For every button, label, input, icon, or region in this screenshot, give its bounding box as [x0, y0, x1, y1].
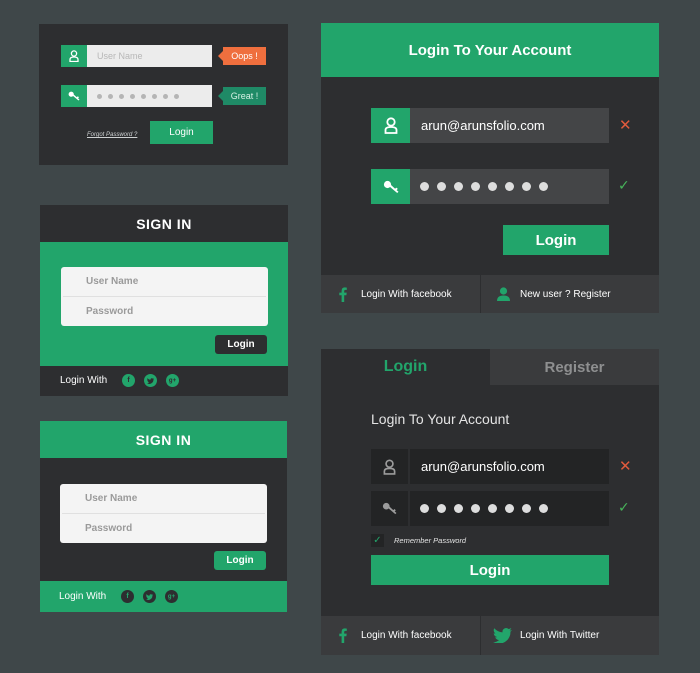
remember-password-checkbox[interactable]: ✓: [371, 534, 384, 547]
username-input[interactable]: User Name: [87, 45, 212, 67]
forgot-password-link[interactable]: Forgot Password ?: [87, 132, 137, 138]
login-account-title: Login To Your Account: [371, 411, 510, 427]
user-icon: [371, 108, 410, 143]
facebook-login-link[interactable]: Login With facebook: [321, 616, 480, 655]
tab-register-label: Register: [544, 358, 605, 376]
twitter-icon[interactable]: [144, 374, 157, 387]
user-silhouette-icon: [497, 287, 510, 301]
twitter-icon: [493, 628, 512, 643]
login-button[interactable]: Login: [371, 555, 609, 585]
email-value: arun@arunsfolio.com: [421, 459, 545, 474]
password-mask: [420, 504, 548, 513]
username-input[interactable]: User Name: [61, 267, 268, 296]
invalid-x-icon: ✕: [619, 117, 632, 134]
username-placeholder: User Name: [97, 51, 143, 61]
username-input[interactable]: User Name: [60, 484, 267, 513]
email-value: arun@arunsfolio.com: [421, 118, 545, 133]
key-icon: [371, 169, 410, 204]
sign-in-footer: Login With f g+: [40, 581, 287, 612]
username-placeholder: User Name: [85, 493, 138, 504]
password-input[interactable]: Password: [61, 297, 268, 326]
facebook-icon[interactable]: f: [122, 374, 135, 387]
login-account-header: Login To Your Account: [321, 23, 659, 77]
login-with-label: Login With: [60, 375, 108, 386]
invalid-x-icon: ✕: [619, 458, 632, 475]
sign-in-body: User Name Password Login: [40, 242, 288, 366]
login-register-tabs-panel: Login Register Login To Your Account aru…: [321, 349, 659, 655]
key-icon: [61, 85, 87, 107]
facebook-login-label: Login With facebook: [361, 288, 452, 300]
facebook-login-label: Login With facebook: [361, 630, 452, 641]
user-icon: [371, 449, 408, 484]
password-input[interactable]: [410, 491, 609, 526]
password-placeholder: Password: [85, 523, 133, 534]
register-link[interactable]: New user ? Register: [481, 275, 659, 313]
sign-in-title: SIGN IN: [135, 431, 192, 448]
valid-check-icon: ✓: [618, 499, 630, 515]
login-account-panel: Login To Your Account arun@arunsfolio.co…: [321, 23, 659, 313]
sign-in-title: SIGN IN: [136, 215, 192, 232]
login-account-title: Login To Your Account: [408, 41, 572, 59]
email-input[interactable]: arun@arunsfolio.com: [410, 108, 609, 143]
valid-check-icon: ✓: [618, 177, 630, 193]
google-plus-icon[interactable]: g+: [165, 590, 178, 603]
login-with-label: Login With: [59, 591, 107, 602]
twitter-icon[interactable]: [143, 590, 156, 603]
password-placeholder: Password: [86, 306, 134, 317]
password-input[interactable]: Password: [60, 514, 267, 543]
credentials-card: User Name Password: [60, 484, 267, 543]
sign-in-header: SIGN IN: [40, 205, 288, 242]
success-tooltip: Great !: [218, 87, 266, 105]
sign-in-header: SIGN IN: [40, 421, 287, 458]
password-input[interactable]: [410, 169, 609, 204]
compact-login-panel: User Name Oops ! Great ! Forgot Password…: [39, 24, 288, 165]
facebook-icon: [339, 628, 347, 643]
twitter-login-label: Login With Twitter: [520, 630, 600, 641]
credentials-card: User Name Password: [61, 267, 268, 326]
register-label: New user ? Register: [520, 288, 611, 300]
login-button[interactable]: Login: [214, 551, 266, 570]
tab-login-label: Login: [383, 358, 428, 375]
password-input[interactable]: [87, 85, 212, 107]
twitter-login-link[interactable]: Login With Twitter: [481, 616, 659, 655]
remember-password-label: Remember Password: [394, 536, 467, 545]
error-tooltip-text: Oops !: [231, 51, 258, 61]
error-tooltip: Oops !: [218, 47, 266, 65]
password-mask: [97, 93, 179, 99]
facebook-icon[interactable]: f: [121, 590, 134, 603]
email-input[interactable]: arun@arunsfolio.com: [410, 449, 609, 484]
sign-in-panel-dark: SIGN IN User Name Password Login Login W…: [40, 205, 288, 396]
facebook-icon: [339, 286, 347, 302]
login-button[interactable]: Login: [215, 335, 267, 354]
password-mask: [420, 182, 548, 191]
sign-in-panel-green: SIGN IN User Name Password Login Login W…: [40, 421, 287, 612]
facebook-login-link[interactable]: Login With facebook: [321, 275, 480, 313]
login-button[interactable]: Login: [503, 225, 609, 255]
user-icon: [61, 45, 87, 67]
sign-in-footer: Login With f g+: [40, 366, 288, 396]
checkmark-icon: ✓: [373, 535, 382, 546]
tab-register[interactable]: Register: [490, 349, 659, 385]
username-placeholder: User Name: [86, 276, 139, 287]
login-button[interactable]: Login: [150, 121, 213, 144]
google-plus-icon[interactable]: g+: [166, 374, 179, 387]
sign-in-body: User Name Password Login: [40, 458, 287, 581]
tab-login[interactable]: Login: [321, 349, 490, 385]
key-icon: [371, 491, 408, 526]
success-tooltip-text: Great !: [230, 91, 259, 101]
